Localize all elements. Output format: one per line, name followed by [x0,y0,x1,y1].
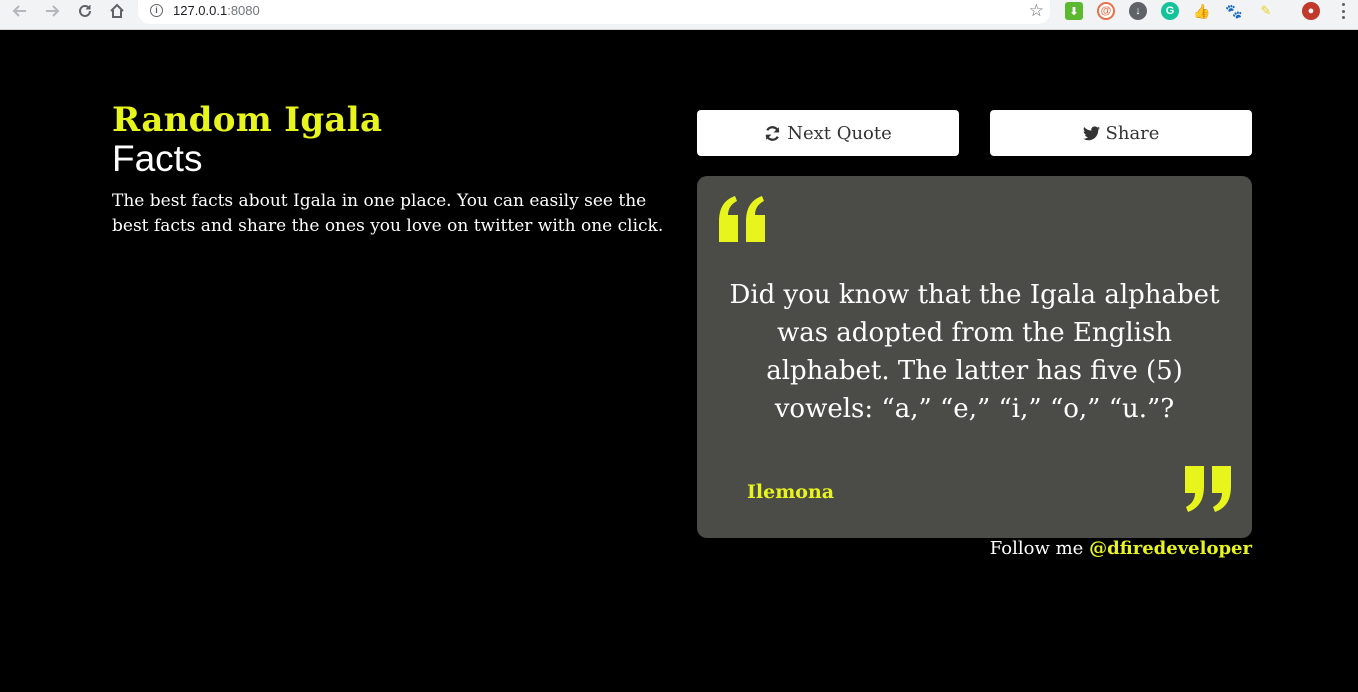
at-extension-icon[interactable]: @ [1097,2,1115,20]
page-description: The best facts about Igala in one place.… [112,191,664,236]
arrow-left-icon [12,5,26,17]
thumbs-up-icon[interactable]: 👍 [1193,2,1211,20]
share-label: Share [1105,122,1160,144]
quote-author: Ilemona [747,481,835,503]
address-bar[interactable]: i 127.0.0.1:8080 ☆ [138,0,1050,24]
share-button[interactable]: Share [990,110,1252,156]
follow-prefix: Follow me [989,538,1090,559]
reload-icon [79,4,91,17]
home-button[interactable] [105,0,129,22]
follow-line: Follow me @dfiredeveloper [990,538,1252,559]
reload-button[interactable] [73,0,97,22]
menu-icon[interactable] [1337,3,1349,19]
twitter-icon [1082,125,1100,140]
sticky-note-icon[interactable]: ✎ [1257,2,1275,20]
page-title-rest: Facts [112,138,203,179]
grammarly-icon[interactable]: G [1161,2,1179,20]
twitter-handle-link[interactable]: @dfiredeveloper [1089,538,1252,559]
arrow-right-icon [46,5,60,17]
open-quote-icon [719,196,765,242]
forward-button[interactable] [40,0,64,22]
quote-text: Did you know that the Igala alphabet was… [729,280,1220,424]
quote-card: Did you know that the Igala alphabet was… [697,176,1252,538]
star-icon[interactable]: ☆ [1029,1,1044,21]
url-text[interactable]: 127.0.0.1:8080 [173,3,260,18]
home-icon [110,3,124,18]
circle-download-icon[interactable]: ↓ [1129,2,1147,20]
profile-avatar[interactable]: ● [1302,2,1320,20]
browser-toolbar: i 127.0.0.1:8080 ☆ ⬇ @ ↓ G 👍 🐾 ✎ ● [0,0,1358,30]
refresh-icon [765,125,780,141]
page-title-accent: Random Igala [112,100,383,140]
download-extension-icon[interactable]: ⬇ [1065,2,1083,20]
paw-icon[interactable]: 🐾 [1225,2,1243,20]
next-quote-button[interactable]: Next Quote [697,110,959,156]
back-button[interactable] [8,0,32,22]
close-quote-icon [1185,466,1231,512]
info-icon[interactable]: i [150,4,163,17]
next-quote-label: Next Quote [787,122,892,144]
